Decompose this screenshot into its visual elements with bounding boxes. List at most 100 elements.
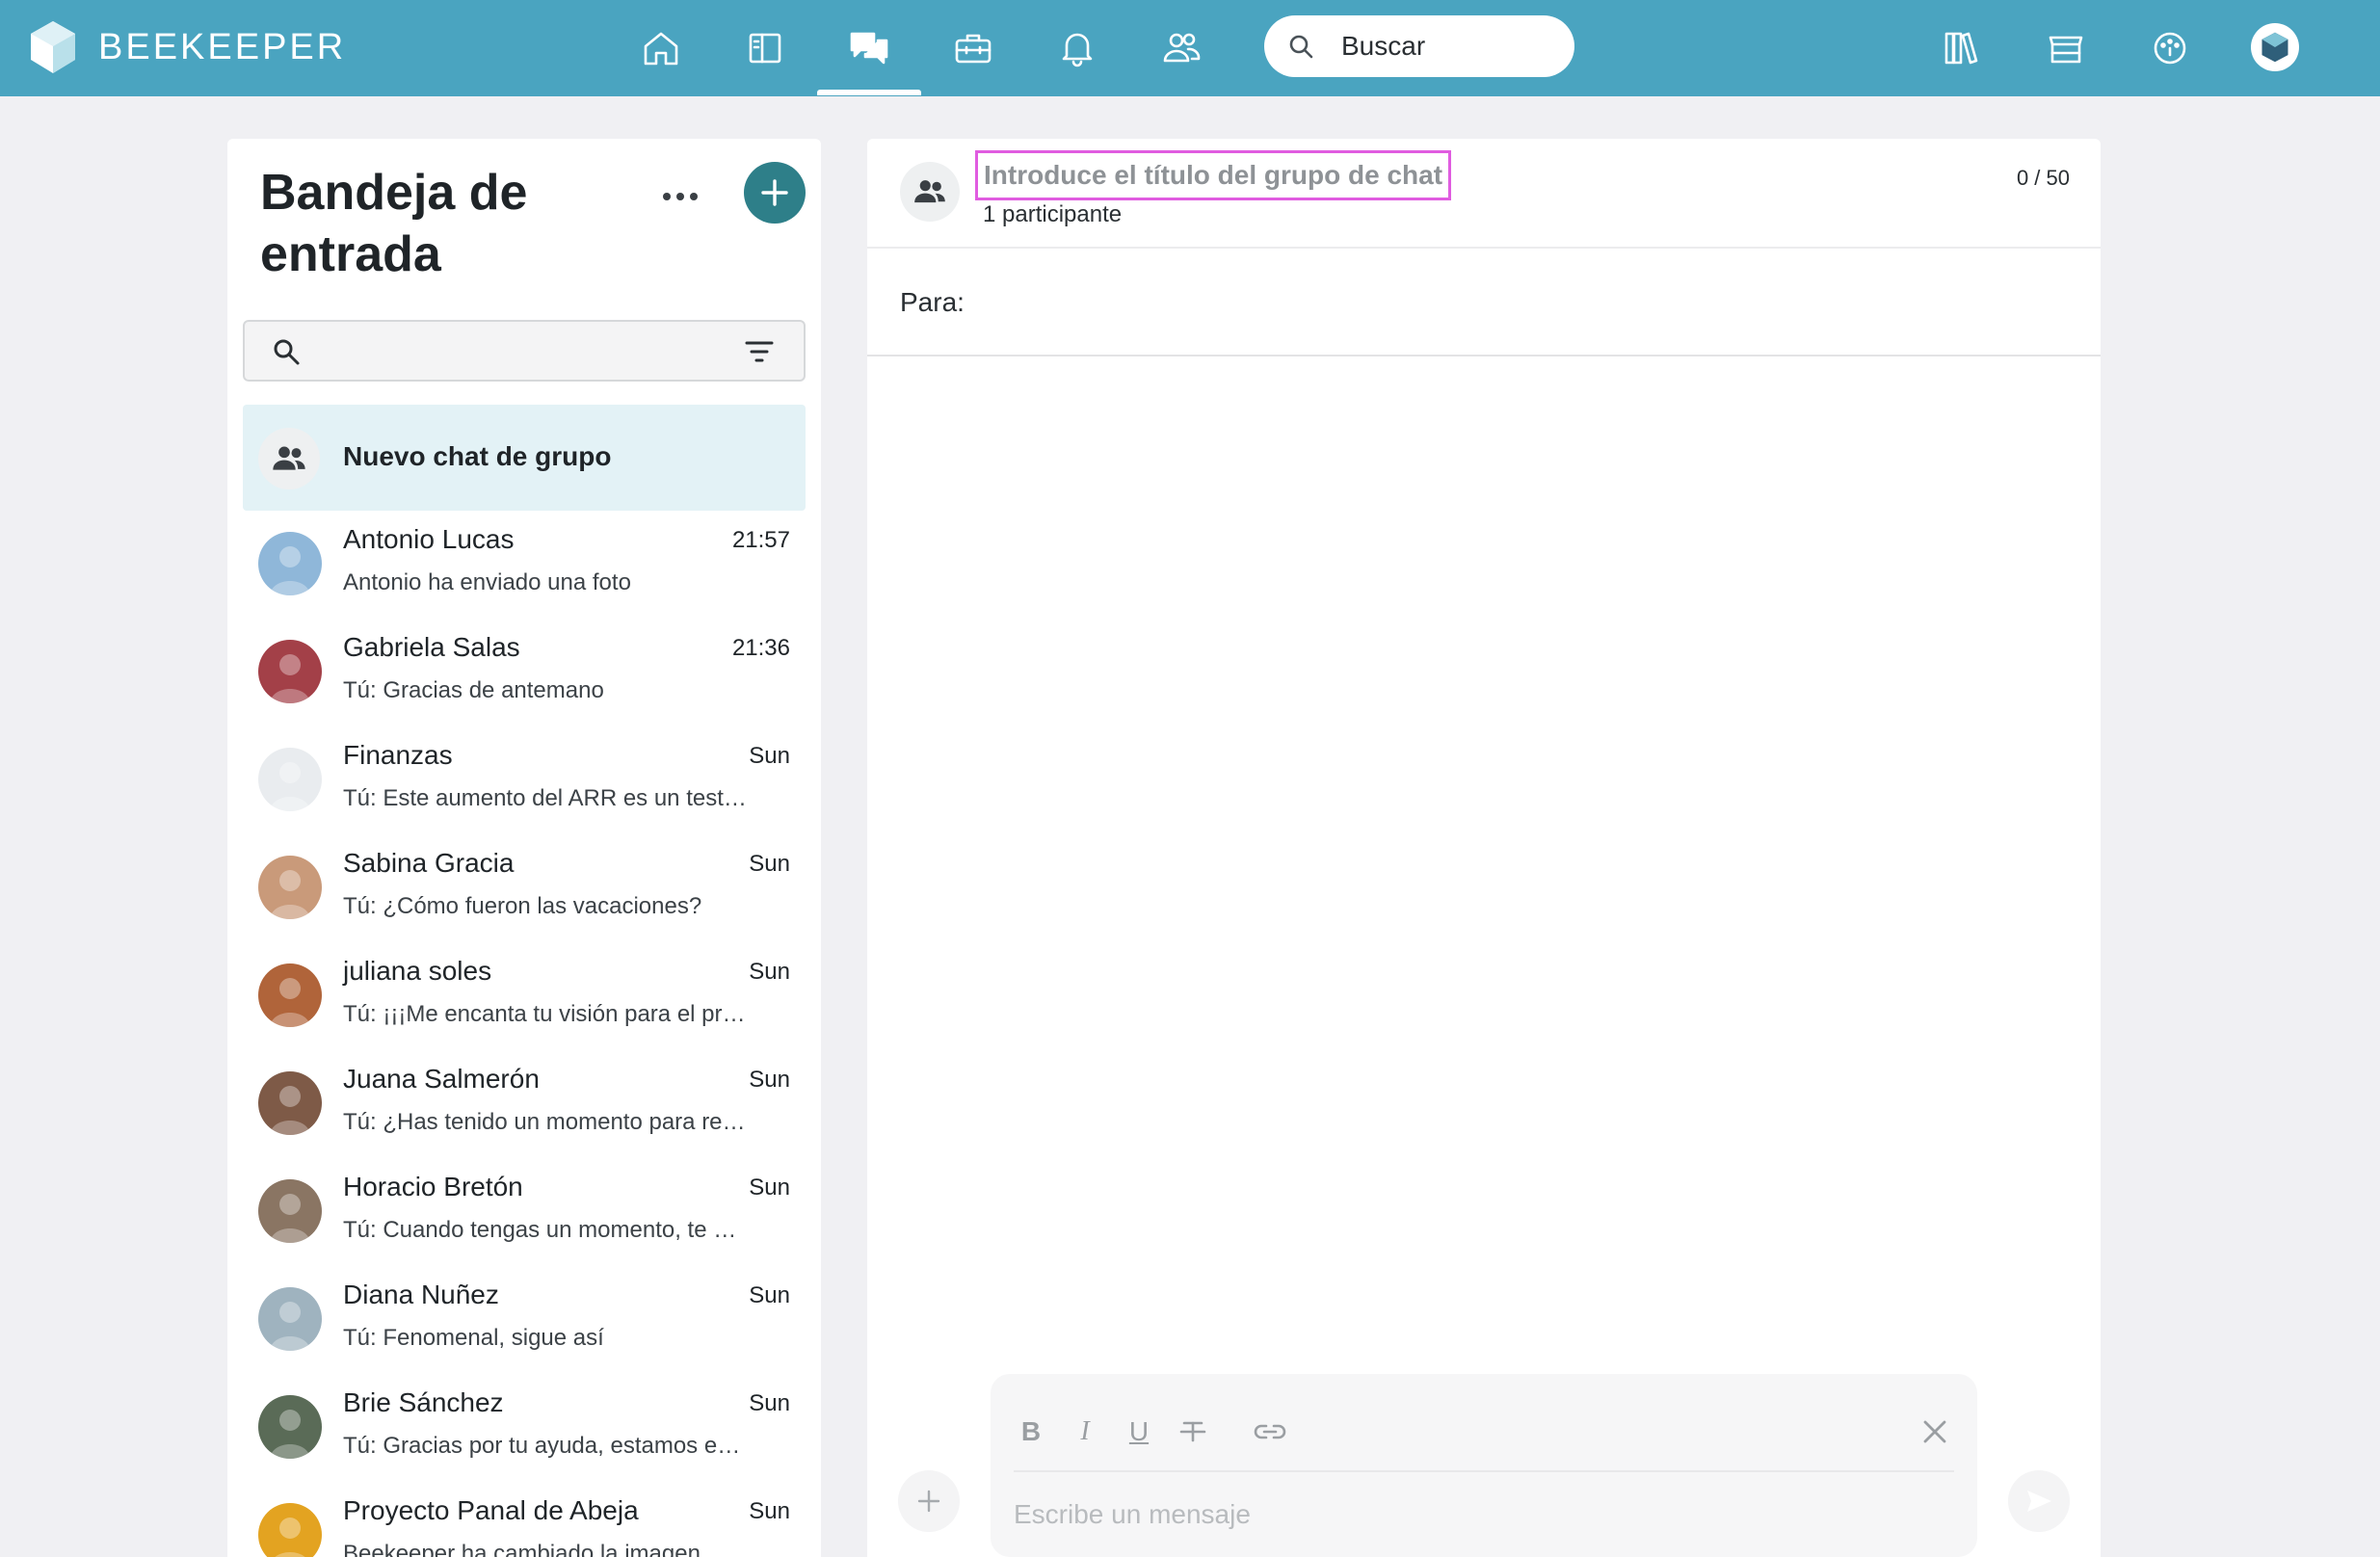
new-group-chat-item[interactable]: Nuevo chat de grupo <box>243 405 806 511</box>
send-button[interactable] <box>2008 1470 2070 1532</box>
inbox-title: Bandeja de entrada <box>260 165 528 282</box>
top-navigation-bar: BEEKEEPER <box>0 0 2380 96</box>
chat-list-item[interactable]: Gabriela Salas 21:36 Tú: Gracias de antema… <box>243 619 806 726</box>
beekeeper-logo <box>31 21 75 73</box>
inbox-search[interactable] <box>243 320 806 382</box>
chat-time: Sun <box>749 1067 790 1093</box>
close-icon <box>1923 1420 1946 1443</box>
active-tab-indicator <box>817 90 921 95</box>
new-group-chat-label: Nuevo chat de grupo <box>343 441 612 471</box>
chat-name: Horacio Bretón <box>343 1172 523 1201</box>
chat-name: Sabina Gracia <box>343 848 515 878</box>
chat-preview: Antonio ha enviado una foto <box>343 569 631 595</box>
chat-time: Sun <box>749 1390 790 1416</box>
chat-list-item[interactable]: Sabina Gracia Sun Tú: ¿Cómo fueron las vac… <box>243 834 806 942</box>
avatar <box>258 532 322 595</box>
chat-time: 21:36 <box>731 635 790 661</box>
to-label: Para: <box>900 287 965 317</box>
chat-time: 21:57 <box>731 527 790 553</box>
dashboard-icon[interactable] <box>2139 17 2201 79</box>
toolbox-icon[interactable] <box>942 17 1004 79</box>
search-icon <box>274 339 300 365</box>
message-input[interactable] <box>1014 1486 1939 1544</box>
chat-name: Gabriela Salas <box>343 632 520 662</box>
chat-list-item[interactable]: Antonio Lucas 21:57 Antonio ha enviado una… <box>243 511 806 619</box>
chat-preview: Tú: Gracias de antemano <box>343 677 604 703</box>
composer-divider <box>1014 1470 1954 1472</box>
store-icon[interactable] <box>2035 17 2097 79</box>
home-icon[interactable] <box>630 17 692 79</box>
recipients-row: Para: <box>867 251 2101 356</box>
more-options-button[interactable] <box>651 177 709 216</box>
chat-list-item[interactable]: Horacio Bretón Sun Tú: Cuando tengas un mo… <box>243 1158 806 1266</box>
chat-preview: Beekeeper ha cambiado la imagen <box>343 1541 701 1557</box>
chat-preview: Tú: Este aumento del ARR es un testimoni… <box>343 785 748 811</box>
chat-list-item[interactable]: Juana Salmerón Sun Tú: ¿Has tenido un mome… <box>243 1050 806 1158</box>
chat-panel: 1 participante 0 / 50 Para: B I U <box>867 139 2101 1557</box>
chat-list-item[interactable]: Proyecto Panal de Abeja Sun Beekeeper ha c… <box>243 1482 806 1557</box>
strikethrough-button[interactable] <box>1174 1412 1212 1451</box>
people-icon[interactable] <box>1150 17 1212 79</box>
avatar <box>258 1179 322 1243</box>
chat-preview: Tú: ¿Has tenido un momento para revisar <box>343 1109 748 1135</box>
chat-preview: Tú: Gracias por tu ayuda, estamos encant… <box>343 1433 748 1459</box>
strikethrough-icon <box>1179 1421 1206 1442</box>
chat-time: Sun <box>749 1498 790 1524</box>
italic-button[interactable]: I <box>1066 1412 1104 1451</box>
close-formatting-button[interactable] <box>1916 1412 1954 1451</box>
chat-list: Antonio Lucas 21:57 Antonio ha enviado una… <box>243 511 806 1557</box>
group-icon <box>258 428 320 489</box>
library-icon[interactable] <box>1931 17 1993 79</box>
chat-preview: Tú: Fenomenal, sigue así <box>343 1325 604 1351</box>
plus-icon <box>761 179 788 206</box>
chat-name: Finanzas <box>343 740 453 770</box>
avatar <box>258 856 322 919</box>
chat-time: Sun <box>749 1282 790 1308</box>
chat-time: Sun <box>749 1174 790 1201</box>
chat-name: Brie Sánchez <box>343 1387 504 1417</box>
group-avatar-icon <box>900 162 960 222</box>
message-composer: B I U <box>991 1374 1977 1557</box>
recipients-input[interactable] <box>973 279 2033 326</box>
chat-name: Juana Salmerón <box>343 1064 540 1094</box>
group-title-input[interactable] <box>975 150 1451 200</box>
chat-preview: Tú: ¡¡¡Me encanta tu visión para el proy… <box>343 1001 748 1027</box>
send-icon <box>2027 1491 2051 1512</box>
avatar <box>258 640 322 703</box>
bold-button[interactable]: B <box>1012 1412 1050 1451</box>
global-search-input[interactable] <box>1341 25 1553 67</box>
new-chat-button[interactable] <box>744 162 806 224</box>
chat-list-item[interactable]: juliana soles Sun Tú: ¡¡¡Me encanta tu vis… <box>243 942 806 1050</box>
chat-name: Diana Nuñez <box>343 1280 499 1309</box>
avatar <box>258 963 322 1027</box>
avatar <box>258 748 322 811</box>
chat-time: Sun <box>749 743 790 769</box>
participant-count: 1 participante <box>983 201 1123 227</box>
plus-icon <box>917 1490 940 1513</box>
profile-avatar[interactable] <box>2251 23 2299 71</box>
inbox-panel: Bandeja de entrada Nuevo chat de grupo A… <box>227 139 821 1557</box>
chat-preview: Tú: Cuando tengas un momento, te agradec… <box>343 1217 748 1243</box>
chat-list-item[interactable]: Diana Nuñez Sun Tú: Fenomenal, sigue así <box>243 1266 806 1374</box>
news-icon[interactable] <box>734 17 796 79</box>
title-char-counter: 0 / 50 <box>2016 166 2070 190</box>
chat-name: juliana soles <box>343 956 492 986</box>
chat-preview: Tú: ¿Cómo fueron las vacaciones? <box>343 893 702 919</box>
underline-button[interactable]: U <box>1120 1412 1158 1451</box>
chat-time: Sun <box>749 959 790 985</box>
chat-list-item[interactable]: Finanzas Sun Tú: Este aumento del ARR es u… <box>243 726 806 834</box>
bell-icon[interactable] <box>1046 17 1108 79</box>
link-button[interactable] <box>1251 1412 1289 1451</box>
chat-list-item[interactable]: Brie Sánchez Sun Tú: Gracias por tu ayuda,… <box>243 1374 806 1482</box>
chat-icon[interactable] <box>838 17 900 79</box>
global-search[interactable] <box>1264 15 1574 77</box>
chat-name: Proyecto Panal de Abeja <box>343 1495 639 1525</box>
brand-name: BEEKEEPER <box>98 27 347 67</box>
chat-time: Sun <box>749 851 790 877</box>
inbox-search-input[interactable] <box>318 331 723 370</box>
link-icon <box>1254 1424 1286 1439</box>
search-icon <box>1289 35 1313 59</box>
filter-icon[interactable] <box>744 339 775 364</box>
profile-logo-icon <box>2261 32 2288 63</box>
attach-button[interactable] <box>898 1470 960 1532</box>
